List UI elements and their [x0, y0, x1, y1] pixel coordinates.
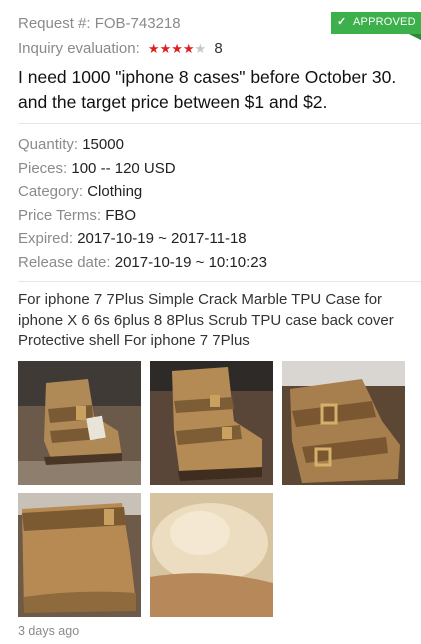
detail-category: Category: Clothing [18, 180, 413, 204]
boot-photo-4[interactable] [18, 493, 141, 617]
divider [18, 281, 421, 282]
inquiry-evaluation: Inquiry evaluation: ★★★★★ 8 [18, 40, 223, 57]
product-title[interactable]: For iphone 7 7Plus Simple Crack Marble T… [18, 290, 413, 352]
inquiry-message: I need 1000 "iphone 8 cases" before Octo… [18, 67, 397, 112]
star-rating: ★★★★★ [148, 40, 206, 57]
boot-photo-5[interactable] [150, 493, 273, 617]
detail-key: Expired: [18, 230, 74, 247]
detail-value: FBO [105, 206, 137, 224]
star-icon: ★ [147, 41, 160, 56]
star-empty-icon: ★ [194, 41, 207, 56]
detail-key: Release date: [18, 253, 111, 271]
boot-photo-1[interactable] [18, 361, 141, 485]
detail-value: Clothing [87, 183, 143, 200]
detail-release-date: Release date: 2017-10-19 ~ 10:10:23 [18, 251, 413, 275]
approved-label: APPROVED [353, 16, 416, 28]
detail-expired: Expired: 2017-10-19 ~ 2017-11-18 [18, 227, 413, 251]
detail-key: Quantity: [18, 136, 79, 153]
detail-pieces: Pieces: 100 -- 120 USD [18, 157, 413, 181]
detail-value: 15000 [82, 136, 124, 153]
detail-key: Price Terms: [18, 206, 102, 224]
inquiry-header: Request #: FOB-743218 ✓ APPROVED Inquiry… [0, 0, 421, 122]
detail-value: 2017-10-19 ~ 10:10:23 [114, 253, 267, 271]
approved-badge: ✓ APPROVED [331, 12, 421, 40]
request-label: Request #: [18, 15, 91, 32]
detail-price-terms: Price Terms: FBO [18, 204, 413, 228]
star-icon: ★ [159, 41, 172, 56]
star-icon: ★ [171, 41, 183, 56]
boot-photo-2[interactable] [150, 361, 273, 485]
detail-value: 100 -- 120 USD [71, 159, 176, 177]
detail-value: 2017-10-19 ~ 2017-11-18 [77, 230, 247, 247]
evaluation-value: 8 [214, 40, 223, 57]
request-id: FOB-743218 [94, 15, 181, 32]
evaluation-label: Inquiry evaluation: [18, 40, 140, 57]
detail-quantity: Quantity: 15000 [18, 133, 413, 157]
request-number: Request #: FOB-743218 [18, 15, 181, 32]
detail-key: Pieces: [18, 159, 68, 177]
boot-photo-3[interactable] [282, 361, 405, 485]
divider [18, 123, 421, 124]
star-icon: ★ [182, 41, 195, 56]
posted-time: 3 days ago [18, 624, 80, 638]
detail-key: Category: [18, 183, 84, 200]
inquiry-details: Quantity: 15000 Pieces: 100 -- 120 USD C… [18, 133, 413, 274]
check-icon: ✓ [337, 16, 347, 28]
